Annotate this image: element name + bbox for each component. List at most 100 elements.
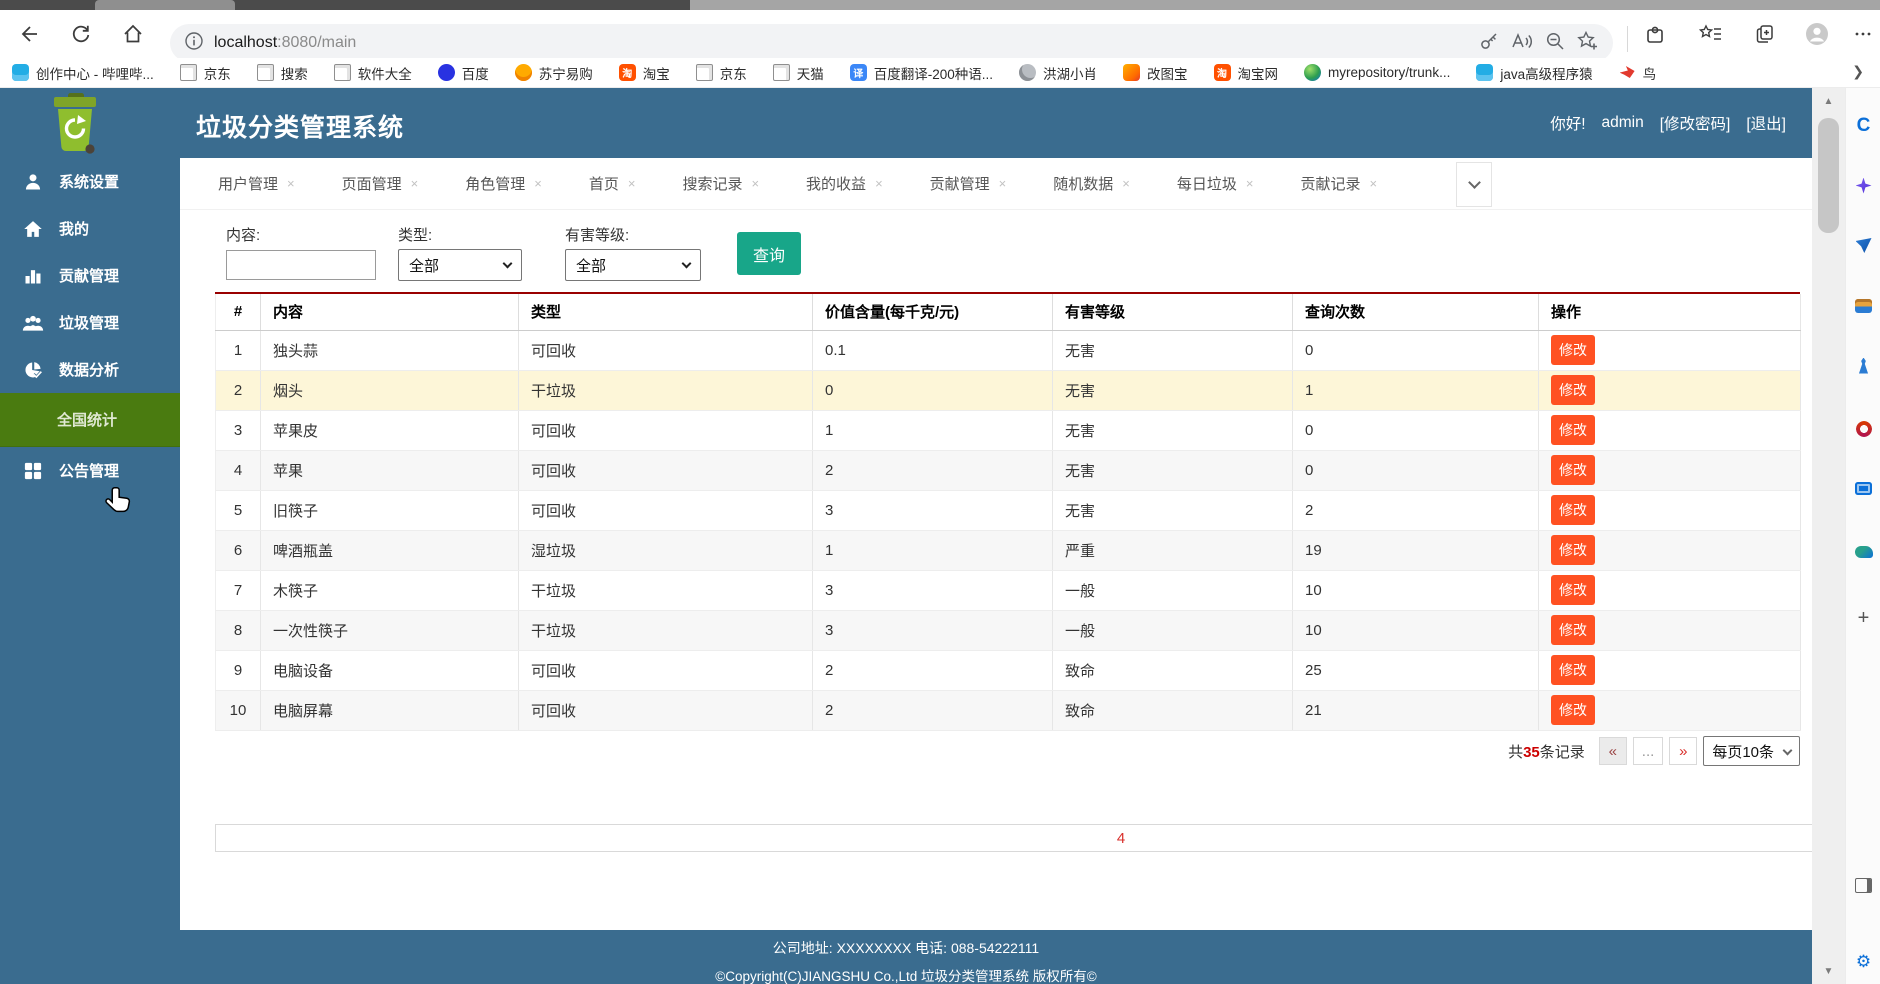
profile-avatar[interactable] bbox=[1800, 17, 1834, 51]
level-filter-select[interactable]: 全部 bbox=[565, 249, 701, 281]
bookmark-item[interactable]: 鸟 bbox=[1618, 63, 1656, 83]
bookmark-item[interactable]: 改图宝 bbox=[1123, 63, 1188, 83]
tab-close-icon[interactable]: × bbox=[999, 176, 1007, 191]
type-filter-select[interactable]: 全部 bbox=[398, 249, 522, 281]
drive-icon[interactable] bbox=[1850, 538, 1877, 565]
bookmark-item[interactable]: 淘淘宝 bbox=[618, 63, 670, 83]
edit-button[interactable]: 修改 bbox=[1551, 495, 1595, 525]
tab-贡献管理[interactable]: 贡献管理 × bbox=[930, 173, 1007, 194]
bookmark-item[interactable]: java高级程序猿 bbox=[1476, 63, 1593, 83]
sidebar-item-系统设置[interactable]: 系统设置 bbox=[0, 158, 180, 205]
tab-角色管理[interactable]: 角色管理 × bbox=[465, 173, 542, 194]
discover-icon[interactable] bbox=[1850, 232, 1877, 259]
tab-close-icon[interactable]: × bbox=[1122, 176, 1130, 191]
bookmark-item[interactable]: 京东 bbox=[695, 63, 747, 83]
edit-button[interactable]: 修改 bbox=[1551, 375, 1595, 405]
bookmarks-overflow-icon[interactable]: ❯ bbox=[1852, 63, 1864, 80]
bookmark-item[interactable]: 译百度翻译-200种语... bbox=[849, 63, 993, 83]
table-row[interactable]: 4 苹果 可回收 2 无害 0 修改 bbox=[215, 450, 1801, 491]
edit-button[interactable]: 修改 bbox=[1551, 535, 1595, 565]
home-icon[interactable] bbox=[116, 17, 150, 51]
bookmark-item[interactable]: 苏宁易购 bbox=[514, 63, 593, 83]
tab-close-icon[interactable]: × bbox=[628, 176, 636, 191]
bookmark-item[interactable]: myrepository/trunk... bbox=[1304, 64, 1450, 81]
edit-button[interactable]: 修改 bbox=[1551, 415, 1595, 445]
sidebar-item-公告管理[interactable]: 公告管理 bbox=[0, 447, 180, 494]
tab-随机数据[interactable]: 随机数据 × bbox=[1053, 173, 1130, 194]
edit-button[interactable]: 修改 bbox=[1551, 615, 1595, 645]
tab-close-icon[interactable]: × bbox=[1246, 176, 1254, 191]
edit-button[interactable]: 修改 bbox=[1551, 695, 1595, 725]
tab-我的收益[interactable]: 我的收益 × bbox=[806, 173, 883, 194]
address-bar[interactable]: localhost:8080/main bbox=[170, 24, 1613, 62]
read-aloud-icon[interactable] bbox=[1511, 31, 1533, 56]
copilot-icon[interactable] bbox=[1850, 112, 1877, 139]
tab-页面管理[interactable]: 页面管理 × bbox=[342, 173, 419, 194]
more-menu-icon[interactable] bbox=[1846, 17, 1880, 51]
url-text[interactable]: localhost:8080/main bbox=[214, 34, 356, 52]
page-size-select[interactable]: 每页10条 bbox=[1703, 736, 1800, 766]
tab-close-icon[interactable]: × bbox=[287, 176, 295, 191]
add-icon[interactable] bbox=[1850, 605, 1877, 632]
bookmark-item[interactable]: 天猫 bbox=[772, 63, 824, 83]
table-row[interactable]: 1 独头蒜 可回收 0.1 无害 0 修改 bbox=[215, 330, 1801, 371]
edit-button[interactable]: 修改 bbox=[1551, 455, 1595, 485]
back-icon[interactable] bbox=[12, 17, 46, 51]
bookmark-item[interactable]: 百度 bbox=[437, 63, 489, 83]
sparkle-icon[interactable] bbox=[1850, 172, 1877, 199]
extensions-icon[interactable] bbox=[1638, 17, 1672, 51]
sidebar-item-我的[interactable]: 我的 bbox=[0, 205, 180, 252]
scroll-down-icon[interactable]: ▼ bbox=[1812, 958, 1845, 984]
sidebar-item-全国统计[interactable]: 全国统计 bbox=[0, 393, 180, 447]
favorites-bar-icon[interactable] bbox=[1694, 17, 1728, 51]
content-filter-input[interactable] bbox=[226, 250, 376, 280]
tab-close-icon[interactable]: × bbox=[751, 176, 759, 191]
bookmark-item[interactable]: 软件大全 bbox=[333, 63, 412, 83]
table-row[interactable]: 9 电脑设备 可回收 2 致命 25 修改 bbox=[215, 650, 1801, 691]
sidebar-item-数据分析[interactable]: 数据分析 bbox=[0, 346, 180, 393]
table-row[interactable]: 7 木筷子 干垃圾 3 一般 10 修改 bbox=[215, 570, 1801, 611]
sidebar-item-贡献管理[interactable]: 贡献管理 bbox=[0, 252, 180, 299]
table-row[interactable]: 5 旧筷子 可回收 3 无害 2 修改 bbox=[215, 490, 1801, 531]
edit-button[interactable]: 修改 bbox=[1551, 655, 1595, 685]
scrollbar-thumb[interactable] bbox=[1818, 118, 1839, 233]
tools-icon[interactable] bbox=[1850, 292, 1877, 319]
table-row[interactable]: 2 烟头 干垃圾 0 无害 1 修改 bbox=[215, 370, 1801, 411]
table-row[interactable]: 3 苹果皮 可回收 1 无害 0 修改 bbox=[215, 410, 1801, 451]
tab-overflow-chevron[interactable] bbox=[1456, 162, 1492, 207]
games-icon[interactable] bbox=[1850, 352, 1877, 379]
settings-icon[interactable] bbox=[1850, 948, 1877, 975]
browser-tab[interactable] bbox=[95, 0, 235, 10]
bookmark-item[interactable]: 洪湖小肖 bbox=[1019, 63, 1097, 83]
add-favorite-icon[interactable] bbox=[1577, 30, 1599, 56]
page-scrollbar[interactable]: ▲ ▼ bbox=[1812, 88, 1845, 984]
bookmark-item[interactable]: 创作中心 - 哔哩哔... bbox=[12, 63, 154, 83]
saved-password-icon[interactable] bbox=[1479, 31, 1499, 56]
tab-用户管理[interactable]: 用户管理 × bbox=[218, 173, 295, 194]
tab-close-icon[interactable]: × bbox=[411, 176, 419, 191]
tab-每日垃圾[interactable]: 每日垃圾 × bbox=[1177, 173, 1254, 194]
page-button-page-4[interactable]: 4 bbox=[215, 824, 1880, 852]
tab-搜索记录[interactable]: 搜索记录 × bbox=[682, 173, 759, 194]
page-button-next[interactable]: » bbox=[1669, 737, 1698, 765]
tab-close-icon[interactable]: × bbox=[875, 176, 883, 191]
table-row[interactable]: 10 电脑屏幕 可回收 2 致命 21 修改 bbox=[215, 690, 1801, 731]
search-button[interactable]: 查询 bbox=[737, 232, 801, 275]
bookmark-item[interactable]: 京东 bbox=[179, 63, 231, 83]
zoom-out-icon[interactable] bbox=[1545, 31, 1565, 56]
change-password-link[interactable]: [修改密码] bbox=[1660, 112, 1731, 134]
table-row[interactable]: 6 啤酒瓶盖 湿垃圾 1 严重 19 修改 bbox=[215, 530, 1801, 571]
sidebar-item-垃圾管理[interactable]: 垃圾管理 bbox=[0, 299, 180, 346]
tab-贡献记录[interactable]: 贡献记录 × bbox=[1300, 173, 1377, 194]
capture-icon[interactable] bbox=[1850, 475, 1877, 502]
tab-close-icon[interactable]: × bbox=[1370, 176, 1378, 191]
collections-icon[interactable] bbox=[1748, 17, 1782, 51]
tab-首页[interactable]: 首页 × bbox=[589, 173, 636, 194]
tab-close-icon[interactable]: × bbox=[534, 176, 542, 191]
office-icon[interactable] bbox=[1850, 415, 1877, 442]
panel-icon[interactable] bbox=[1850, 872, 1877, 899]
page-button-prev[interactable]: « bbox=[1598, 737, 1627, 765]
logout-link[interactable]: [退出] bbox=[1746, 112, 1786, 134]
table-row[interactable]: 8 一次性筷子 干垃圾 3 一般 10 修改 bbox=[215, 610, 1801, 651]
edit-button[interactable]: 修改 bbox=[1551, 335, 1595, 365]
